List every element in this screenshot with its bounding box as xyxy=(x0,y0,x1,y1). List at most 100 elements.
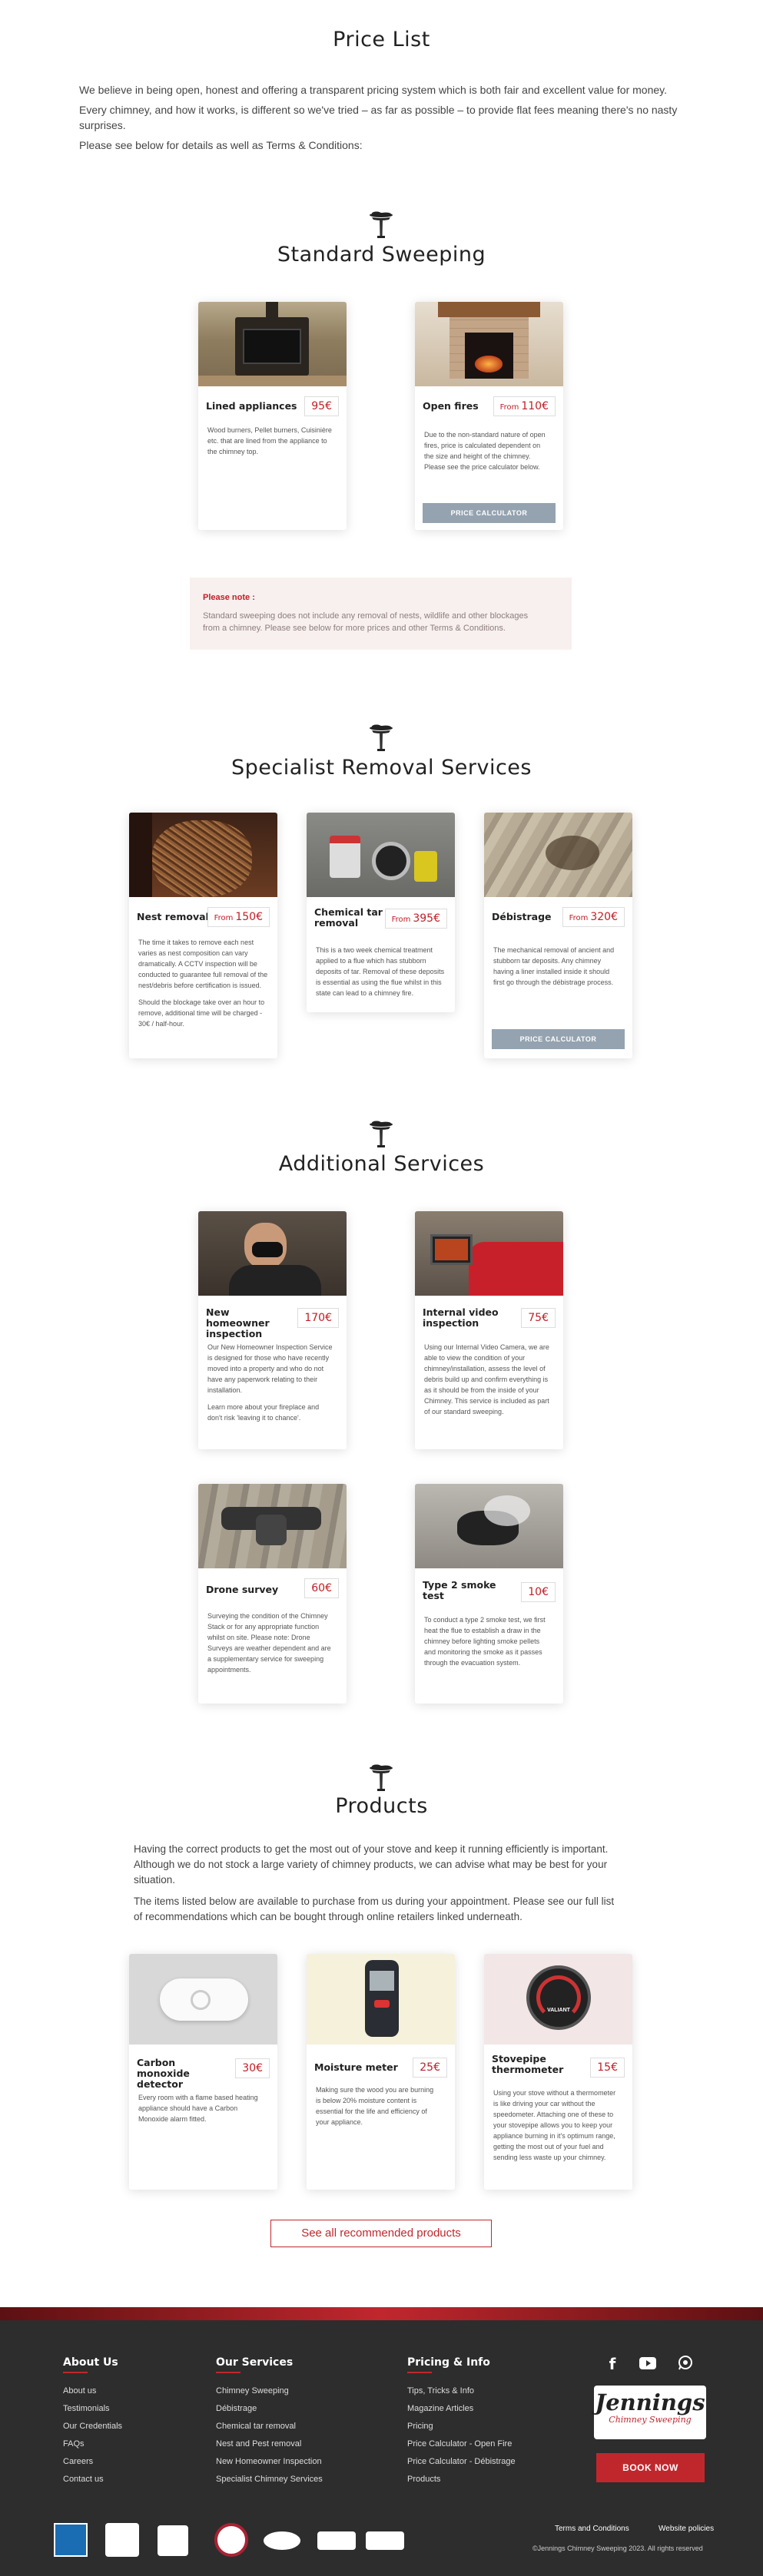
footer-link[interactable]: New Homeowner Inspection xyxy=(216,2453,323,2471)
price-value: 60€ xyxy=(311,1582,332,1594)
product-card-co-detector: Carbon monoxide detector 30€ Every room … xyxy=(129,1954,277,2190)
price-value: 25€ xyxy=(420,2061,440,2074)
price-value: 75€ xyxy=(528,1312,549,1324)
copyright: ©Jennings Chimney Sweeping 2023. All rig… xyxy=(532,2545,703,2552)
price-card-drone-survey: Drone survey 60€ Surveying the condition… xyxy=(198,1484,347,1704)
card-description: Wood burners, Pellet burners, Cuisinière… xyxy=(207,426,332,455)
please-note-box: Please note : Standard sweeping does not… xyxy=(190,578,572,650)
price-card-debistrage: Débistrage From 320€ The mechanical remov… xyxy=(484,813,632,1058)
footer-heading: Our Services xyxy=(216,2356,294,2369)
privacy-link[interactable]: Website policies xyxy=(659,2525,714,2533)
card-title: Open fires xyxy=(423,400,479,412)
intro-paragraph: Every chimney, and how it works, is diff… xyxy=(79,104,678,131)
footer-link[interactable]: FAQs xyxy=(63,2435,122,2453)
card-price: 60€ xyxy=(304,1578,339,1598)
book-now-button[interactable]: BOOK NOW xyxy=(596,2453,705,2482)
product-card-moisture-meter: Moisture meter 25€ Making sure the wood … xyxy=(307,1954,455,2190)
price-card-lined-appliances: Lined appliances 95€ Wood burners, Pelle… xyxy=(198,302,347,530)
card-price: 30€ xyxy=(235,2058,270,2078)
card-image xyxy=(198,1484,347,1568)
intro-paragraph: We believe in being open, honest and off… xyxy=(79,84,668,96)
card-price: 10€ xyxy=(521,1582,556,1602)
section-heading-specialist: Specialist Removal Services xyxy=(231,756,532,780)
card-title: Internal video inspection xyxy=(423,1306,499,1329)
products-paragraph: The items listed below are available to … xyxy=(134,1896,615,1922)
footer-link[interactable]: About us xyxy=(63,2382,122,2400)
footer: About Us About us Testimonials Our Crede… xyxy=(0,2307,763,2576)
accreditation-badge-6 xyxy=(317,2531,356,2550)
card-description: Making sure the wood you are burning is … xyxy=(316,2086,434,2126)
card-description: The time it takes to remove each nest va… xyxy=(138,939,268,1028)
card-description: Surveying the condition of the Chimney S… xyxy=(207,1612,331,1674)
card-price: 25€ xyxy=(413,2058,447,2078)
price-value: 170€ xyxy=(304,1312,332,1324)
page-header: Price List xyxy=(0,28,763,51)
card-price: From 150€ xyxy=(207,907,270,927)
accreditation-badge-7 xyxy=(366,2531,404,2550)
footer-link[interactable]: Chimney Sweeping xyxy=(216,2382,323,2400)
footer-link[interactable]: Débistrage xyxy=(216,2400,323,2418)
footer-link[interactable]: Chemical tar removal xyxy=(216,2418,323,2435)
footer-link[interactable]: Testimonials xyxy=(63,2400,122,2418)
card-image xyxy=(129,1954,277,2045)
footer-heading: Pricing & Info xyxy=(407,2356,490,2369)
card-image: VALIANT xyxy=(484,1954,632,2045)
price-value: 395€ xyxy=(413,912,440,925)
facebook-icon[interactable]: f xyxy=(605,2355,620,2373)
card-title: Lined appliances xyxy=(206,400,297,412)
card-price: 15€ xyxy=(590,2058,625,2078)
footer-column-about: About Us About us Testimonials Our Crede… xyxy=(63,2356,122,2488)
price-calculator-button[interactable]: PRICE CALCULATOR xyxy=(492,1029,625,1049)
logo-subtext: Chimney Sweeping xyxy=(609,2415,692,2425)
price-card-internal-video: Internal video inspection 75€ Using our … xyxy=(415,1211,563,1449)
whatsapp-icon[interactable] xyxy=(678,2355,693,2370)
price-value: 95€ xyxy=(311,400,332,412)
card-title: Débistrage xyxy=(492,911,552,922)
accreditation-badge-1 xyxy=(54,2523,88,2557)
price-value: 150€ xyxy=(235,911,263,923)
footer-link[interactable]: Our Credentials xyxy=(63,2418,122,2435)
price-calculator-button[interactable]: PRICE CALCULATOR xyxy=(423,503,556,523)
card-description: This is a two week chemical treatment ap… xyxy=(316,946,445,997)
card-description: Every room with a flame based heating ap… xyxy=(138,2094,258,2123)
footer-link[interactable]: Pricing xyxy=(407,2418,516,2435)
card-description: Our New Homeowner Inspection Service is … xyxy=(207,1343,333,1422)
products-intro: Having the correct products to get the m… xyxy=(134,1842,625,1925)
chimney-icon xyxy=(366,210,396,241)
see-all-products-button[interactable]: See all recommended products xyxy=(270,2220,492,2247)
section-heading-standard: Standard Sweeping xyxy=(277,243,486,267)
card-price: 170€ xyxy=(297,1308,339,1328)
footer-link[interactable]: Careers xyxy=(63,2453,122,2471)
footer-link[interactable]: Magazine Articles xyxy=(407,2400,516,2418)
chimney-icon xyxy=(366,1763,396,1794)
footer-link[interactable]: Price Calculator - Open Fire xyxy=(407,2435,516,2453)
card-title: Stovepipe thermometer xyxy=(492,2053,564,2075)
card-title: Nest removal xyxy=(137,911,209,922)
footer-heading: About Us xyxy=(63,2356,118,2369)
card-title: Moisture meter xyxy=(314,2061,398,2073)
footer-link[interactable]: Specialist Chimney Services xyxy=(216,2471,323,2488)
note-title: Please note : xyxy=(203,593,255,602)
footer-link[interactable]: Products xyxy=(407,2471,516,2488)
footer-link[interactable]: Tips, Tricks & Info xyxy=(407,2382,516,2400)
price-prefix: From xyxy=(569,914,589,922)
card-title: Carbon monoxide detector xyxy=(137,2057,190,2090)
terms-link[interactable]: Terms and Conditions xyxy=(555,2525,629,2533)
card-title: Type 2 smoke test xyxy=(423,1579,496,1601)
thermometer-brand: VALIANT xyxy=(547,2008,570,2013)
jennings-logo[interactable]: Jennings Chimney Sweeping xyxy=(594,2386,706,2439)
card-price: From 320€ xyxy=(562,907,625,927)
accreditation-badge-3 xyxy=(158,2525,188,2556)
footer-link[interactable]: Nest and Pest removal xyxy=(216,2435,323,2453)
accreditation-badge-4 xyxy=(214,2523,248,2557)
chimney-icon xyxy=(366,1120,396,1151)
footer-link[interactable]: Contact us xyxy=(63,2471,122,2488)
note-text: Standard sweeping does not include any r… xyxy=(203,611,529,633)
products-paragraph: Having the correct products to get the m… xyxy=(134,1843,609,1886)
price-value: 30€ xyxy=(242,2062,263,2074)
price-prefix: From xyxy=(391,916,411,924)
card-title: New homeowner inspection xyxy=(206,1306,270,1339)
youtube-icon[interactable] xyxy=(639,2357,656,2369)
footer-link[interactable]: Price Calculator - Débistrage xyxy=(407,2453,516,2471)
card-description: Due to the non-standard nature of open f… xyxy=(424,431,546,471)
